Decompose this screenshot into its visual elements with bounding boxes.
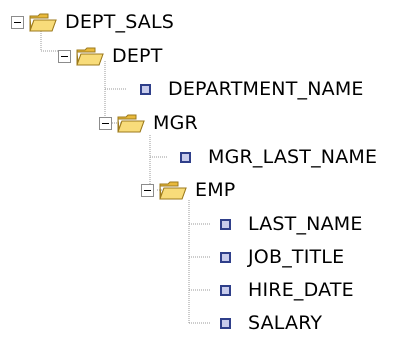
leaf-node-icon <box>220 317 231 329</box>
node-label: JOB_TITLE <box>248 246 345 268</box>
folder-open-icon <box>159 181 187 200</box>
node-label: DEPT_SALS <box>65 11 175 33</box>
tree-node-dept[interactable]: DEPT <box>58 39 163 73</box>
leaf-node-icon <box>220 251 231 263</box>
tree-view: DEPT_SALS DEPT DEPARTMENT_NAME MGR MGR_L… <box>0 0 413 341</box>
tree-node-last-name[interactable]: LAST_NAME <box>220 207 363 241</box>
node-label: DEPT <box>112 45 163 67</box>
node-label: SALARY <box>248 312 323 334</box>
node-label: MGR <box>153 112 198 134</box>
leaf-node-icon <box>140 83 151 95</box>
leaf-node-icon <box>220 218 231 230</box>
leaf-node-icon <box>220 284 231 296</box>
leaf-node-icon <box>180 151 191 163</box>
tree-node-hire-date[interactable]: HIRE_DATE <box>220 273 354 307</box>
tree-node-salary[interactable]: SALARY <box>220 306 322 340</box>
node-label: MGR_LAST_NAME <box>208 146 378 168</box>
folder-open-icon <box>29 13 57 32</box>
tree-node-job-title[interactable]: JOB_TITLE <box>220 240 344 274</box>
collapse-toggle-icon[interactable] <box>99 116 112 130</box>
tree-node-mgr-last-name[interactable]: MGR_LAST_NAME <box>180 140 377 174</box>
collapse-toggle-icon[interactable] <box>11 15 24 29</box>
node-label: LAST_NAME <box>248 213 363 235</box>
folder-open-icon <box>117 114 145 133</box>
collapse-toggle-icon[interactable] <box>141 183 154 197</box>
tree-node-mgr[interactable]: MGR <box>99 106 198 140</box>
node-label: EMP <box>195 179 236 201</box>
node-label: DEPARTMENT_NAME <box>168 78 364 100</box>
collapse-toggle-icon[interactable] <box>58 49 71 63</box>
node-label: HIRE_DATE <box>248 279 354 301</box>
tree-node-department-name[interactable]: DEPARTMENT_NAME <box>140 72 364 106</box>
tree-node-emp[interactable]: EMP <box>141 173 235 207</box>
folder-open-icon <box>76 47 104 66</box>
tree-node-dept-sals[interactable]: DEPT_SALS <box>11 5 174 39</box>
